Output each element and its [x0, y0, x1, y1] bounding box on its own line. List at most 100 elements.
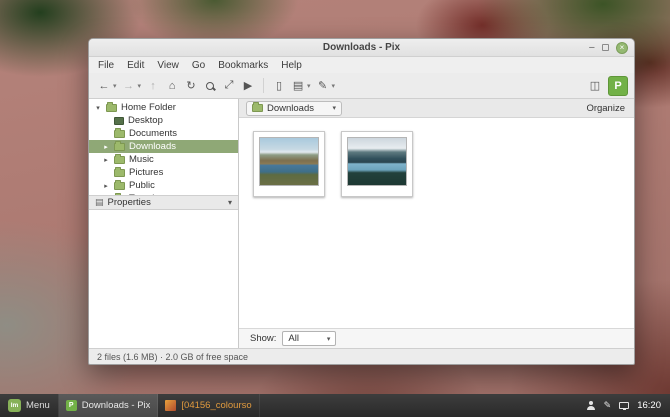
taskbar-window-pix[interactable]: P Downloads - Pix [59, 394, 159, 417]
view-mode-button[interactable]: ▤ [289, 76, 307, 96]
task-label: Downloads - Pix [82, 400, 151, 411]
show-filter-dropdown[interactable]: All ▾ [282, 331, 336, 346]
home-icon: ⌂ [169, 80, 176, 92]
pix-task-icon: P [66, 400, 77, 411]
menu-label: Menu [26, 400, 50, 411]
list-view-icon: ▤ [293, 79, 303, 92]
edit-pencil-icon: ✎ [318, 79, 327, 92]
mint-logo-icon: lm [8, 399, 21, 412]
tree-label: Music [129, 154, 154, 165]
tree-item-pictures[interactable]: Pictures [89, 166, 238, 179]
properties-panel-header[interactable]: ▤ Properties ▾ [89, 195, 238, 210]
filter-caret-icon: ▾ [327, 335, 331, 343]
sidebar: ▾ Home Folder Desktop Documents [89, 99, 239, 348]
organize-button[interactable]: Organize [584, 103, 627, 114]
menu-go[interactable]: Go [192, 60, 205, 71]
image-task-icon [165, 400, 176, 411]
network-icon[interactable] [619, 402, 629, 409]
up-icon: ↑ [150, 80, 156, 92]
menubar: File Edit View Go Bookmarks Help [89, 57, 634, 73]
back-history-dropdown[interactable]: ▾ [113, 82, 117, 90]
tree-item-music[interactable]: ▸ Music [89, 153, 238, 166]
folder-icon [114, 195, 125, 196]
properties-button[interactable]: ▯ [270, 76, 288, 96]
image-thumbnail[interactable] [341, 131, 413, 197]
location-dropdown[interactable]: Downloads ▾ [246, 101, 342, 116]
back-button[interactable]: ← [95, 76, 113, 96]
menu-edit[interactable]: Edit [127, 60, 144, 71]
properties-collapse-icon[interactable]: ▾ [228, 198, 232, 207]
window-body: ▾ Home Folder Desktop Documents [89, 99, 634, 348]
user-account-icon[interactable] [587, 401, 596, 410]
window-title: Downloads - Pix [323, 42, 400, 53]
show-label: Show: [250, 333, 276, 344]
slideshow-button[interactable]: ▶ [239, 76, 257, 96]
tree-item-desktop[interactable]: Desktop [89, 114, 238, 127]
folder-icon [114, 143, 125, 151]
statusbar: 2 files (1.6 MB) · 2.0 GB of free space [89, 348, 634, 364]
tree-label: Pictures [129, 167, 163, 178]
menu-file[interactable]: File [98, 60, 114, 71]
main-area: Downloads ▾ Organize Show: [239, 99, 634, 348]
titlebar[interactable]: Downloads - Pix − × [89, 39, 634, 57]
zoom-button[interactable] [201, 76, 219, 96]
input-pencil-icon[interactable]: ✎ [604, 400, 612, 411]
close-button[interactable]: × [616, 42, 628, 54]
filter-value: All [288, 333, 299, 344]
tree-label: Downloads [129, 141, 176, 152]
home-folder-icon [106, 104, 117, 112]
tree-item-downloads[interactable]: ▸ Downloads [89, 140, 238, 153]
tree-label: Public [129, 180, 155, 191]
tree-label: Documents [129, 128, 177, 139]
maximize-button[interactable] [602, 44, 609, 51]
view-mode-dropdown[interactable]: ▾ [307, 82, 311, 90]
refresh-button[interactable]: ↻ [182, 76, 200, 96]
home-button[interactable]: ⌂ [163, 76, 181, 96]
refresh-icon: ↻ [186, 79, 195, 92]
expander-right-icon[interactable]: ▸ [102, 182, 110, 190]
edit-tools-button[interactable]: ✎ [314, 76, 332, 96]
pix-window: Downloads - Pix − × File Edit View Go Bo… [88, 38, 635, 365]
tree-item-documents[interactable]: Documents [89, 127, 238, 140]
fullscreen-button[interactable]: ⤢ [220, 76, 238, 96]
expander-down-icon[interactable]: ▾ [94, 104, 102, 112]
status-text: 2 files (1.6 MB) · 2.0 GB of free space [97, 352, 248, 362]
up-button[interactable]: ↑ [144, 76, 162, 96]
task-label: [04156_colourso... [181, 400, 252, 411]
toggle-sidebar-button[interactable]: ◫ [586, 76, 604, 96]
folder-icon [114, 169, 125, 177]
menu-help[interactable]: Help [281, 60, 302, 71]
properties-label: Properties [108, 197, 151, 208]
sidebar-panel-icon: ◫ [590, 79, 600, 92]
properties-panel-body [89, 210, 238, 348]
clock[interactable]: 16:20 [637, 400, 661, 411]
pix-viewer-button[interactable]: P [608, 76, 628, 96]
expander-right-icon[interactable]: ▸ [102, 143, 110, 151]
tree-item-home[interactable]: ▾ Home Folder [89, 101, 238, 114]
expander-right-icon[interactable]: ▸ [102, 156, 110, 164]
edit-tools-dropdown[interactable]: ▾ [332, 82, 336, 90]
menu-bookmarks[interactable]: Bookmarks [218, 60, 268, 71]
forward-icon: → [123, 80, 134, 92]
image-thumbnail[interactable] [253, 131, 325, 197]
folder-icon [114, 156, 125, 164]
toolbar-separator [263, 78, 264, 93]
menu-view[interactable]: View [157, 60, 179, 71]
tree-item-public[interactable]: ▸ Public [89, 179, 238, 192]
location-caret-icon: ▾ [332, 104, 336, 112]
places-tree: ▾ Home Folder Desktop Documents [89, 99, 238, 195]
menu-button[interactable]: lm Menu [0, 394, 59, 417]
taskbar: lm Menu P Downloads - Pix [04156_colours… [0, 394, 670, 417]
pathbar: Downloads ▾ Organize [239, 99, 634, 118]
forward-history-dropdown[interactable]: ▾ [138, 82, 142, 90]
taskbar-window-image[interactable]: [04156_colourso... [158, 394, 260, 417]
file-grid [239, 118, 634, 328]
toolbar: ← ▾ → ▾ ↑ ⌂ ↻ ⤢ ▶ ▯ ▤ ▾ ✎ ▾ ◫ P [89, 73, 634, 99]
desktop: Downloads - Pix − × File Edit View Go Bo… [0, 0, 670, 417]
window-controls: − × [589, 39, 628, 56]
forward-button[interactable]: → [120, 76, 138, 96]
magnifier-icon [206, 82, 214, 90]
tree-label: Desktop [128, 115, 163, 126]
fullscreen-icon: ⤢ [225, 79, 234, 92]
minimize-button[interactable]: − [589, 43, 595, 53]
